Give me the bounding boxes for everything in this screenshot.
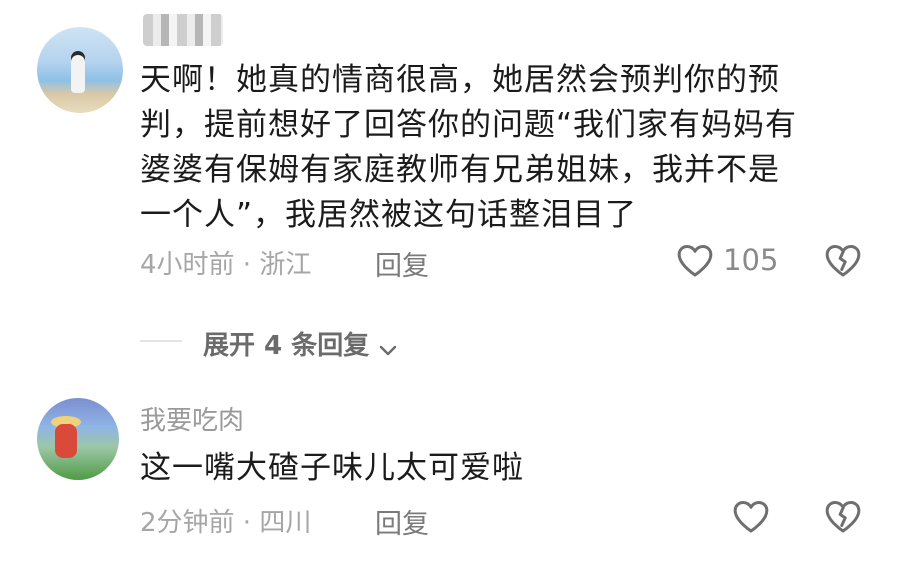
divider	[140, 340, 182, 342]
reply-button[interactable]: 回复	[375, 244, 429, 283]
comment-text: 这一嘴大碴子味儿太可爱啦	[140, 450, 524, 486]
username-redacted	[143, 14, 223, 46]
comment-text-line: 天啊！她真的情商很高，她居然会预判你的预	[140, 62, 780, 98]
heart-outline-icon	[676, 242, 714, 278]
avatar-figure	[55, 424, 77, 458]
comment-meta: 2分钟前 · 四川	[140, 508, 312, 538]
broken-heart-icon	[824, 498, 862, 534]
comment-text-line: 一个人”，我居然被这句话整泪目了	[140, 197, 638, 233]
reply-button[interactable]: 回复	[375, 502, 429, 541]
like-count: 105	[723, 243, 779, 277]
heart-outline-icon	[732, 498, 770, 534]
comment-meta: 4小时前 · 浙江	[140, 250, 312, 280]
chevron-down-icon	[376, 339, 400, 361]
expand-replies-button[interactable]: 展开 4 条回复	[203, 325, 400, 362]
like-button[interactable]: 105	[676, 242, 778, 278]
dislike-button[interactable]	[824, 498, 862, 534]
comment-text: 天啊！她真的情商很高，她居然会预判你的预 判，提前想好了回答你的问题“我们家有妈…	[140, 58, 797, 238]
avatar-person	[71, 55, 85, 93]
like-button[interactable]	[732, 498, 770, 534]
comment-text-line: 婆婆有保姆有家庭教师有兄弟姐妹，我并不是	[140, 152, 780, 188]
avatar[interactable]	[37, 398, 119, 480]
broken-heart-icon	[824, 242, 862, 278]
username[interactable]: 我要吃肉	[140, 400, 244, 437]
expand-replies-label: 展开 4 条回复	[203, 331, 370, 361]
dislike-button[interactable]	[824, 242, 862, 278]
comment-text-line: 判，提前想好了回答你的问题“我们家有妈妈有	[140, 107, 798, 143]
avatar[interactable]	[37, 27, 123, 113]
